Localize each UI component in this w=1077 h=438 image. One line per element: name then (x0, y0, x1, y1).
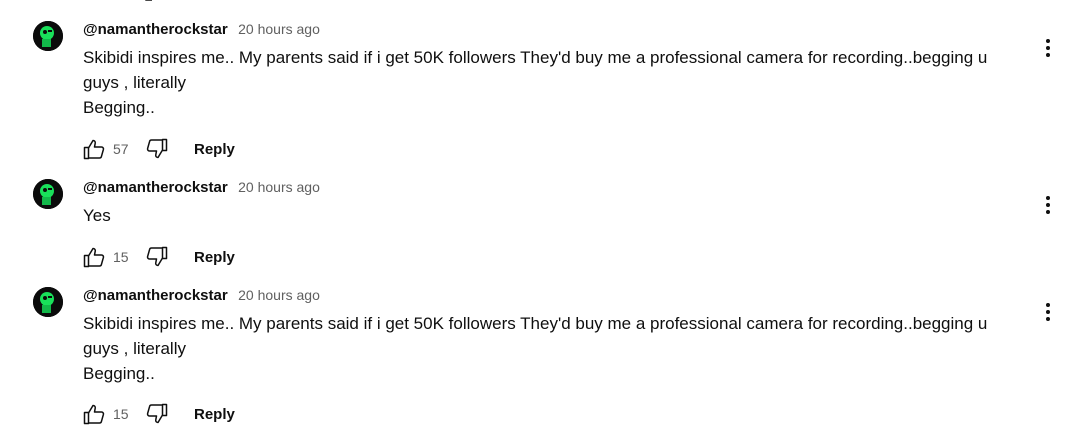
comment-menu-button[interactable] (1036, 300, 1060, 324)
avatar[interactable] (33, 21, 63, 51)
comment-author[interactable]: @namantherockstar (83, 21, 228, 38)
thumbs-down-icon (146, 403, 168, 424)
comment-text-line: Yes (83, 206, 111, 225)
dislike-button[interactable] (143, 400, 171, 428)
like-button[interactable] (80, 400, 108, 428)
comments-section: @namantherockstar 20 hours ago Skibidi i… (0, 0, 1077, 438)
comment-text-line: guys , literally (83, 339, 186, 358)
comment-menu-button[interactable] (1036, 36, 1060, 60)
comment-menu-button[interactable] (1036, 193, 1060, 217)
like-button[interactable] (80, 135, 108, 163)
like-button[interactable] (80, 243, 108, 271)
thumbs-up-icon (83, 139, 105, 160)
avatar[interactable] (33, 287, 63, 317)
comment-author[interactable]: @namantherockstar (83, 179, 228, 196)
cut-off-icon-fragment (145, 0, 152, 1)
comment-text-line: Begging.. (83, 364, 155, 383)
comment-text-line: guys , literally (83, 73, 186, 92)
comment-actions: 15 Reply (80, 400, 241, 428)
thumbs-up-icon (83, 247, 105, 268)
avatar-image (33, 179, 63, 209)
reply-button[interactable]: Reply (188, 245, 241, 270)
like-count: 15 (113, 249, 129, 265)
comment-timestamp[interactable]: 20 hours ago (238, 287, 320, 303)
like-count: 15 (113, 406, 129, 422)
comment-timestamp[interactable]: 20 hours ago (238, 179, 320, 195)
comment-text-line: Skibidi inspires me.. My parents said if… (83, 48, 988, 67)
more-vert-icon (1046, 303, 1050, 321)
comment-text-line: Skibidi inspires me.. My parents said if… (83, 314, 988, 333)
thumbs-down-icon (146, 246, 168, 267)
comment-text: Skibidi inspires me.. My parents said if… (83, 311, 1023, 386)
thumbs-down-icon (146, 138, 168, 159)
like-count: 57 (113, 141, 129, 157)
avatar-image (33, 287, 63, 317)
thumbs-up-icon (83, 404, 105, 425)
dislike-button[interactable] (143, 135, 171, 163)
comment-actions: 15 Reply (80, 243, 241, 271)
comment-header: @namantherockstar 20 hours ago (83, 285, 1023, 305)
reply-button[interactable]: Reply (188, 137, 241, 162)
comment-header: @namantherockstar 20 hours ago (83, 177, 1023, 197)
more-vert-icon (1046, 196, 1050, 214)
reply-button[interactable]: Reply (188, 402, 241, 427)
comment-text-line: Begging.. (83, 98, 155, 117)
more-vert-icon (1046, 39, 1050, 57)
comment-actions: 57 Reply (80, 135, 241, 163)
comment-text: Yes (83, 203, 1023, 228)
comment-timestamp[interactable]: 20 hours ago (238, 21, 320, 37)
dislike-button[interactable] (143, 243, 171, 271)
comment-author[interactable]: @namantherockstar (83, 287, 228, 304)
avatar-image (33, 21, 63, 51)
comment-text: Skibidi inspires me.. My parents said if… (83, 45, 1023, 120)
avatar[interactable] (33, 179, 63, 209)
comment-header: @namantherockstar 20 hours ago (83, 19, 1023, 39)
